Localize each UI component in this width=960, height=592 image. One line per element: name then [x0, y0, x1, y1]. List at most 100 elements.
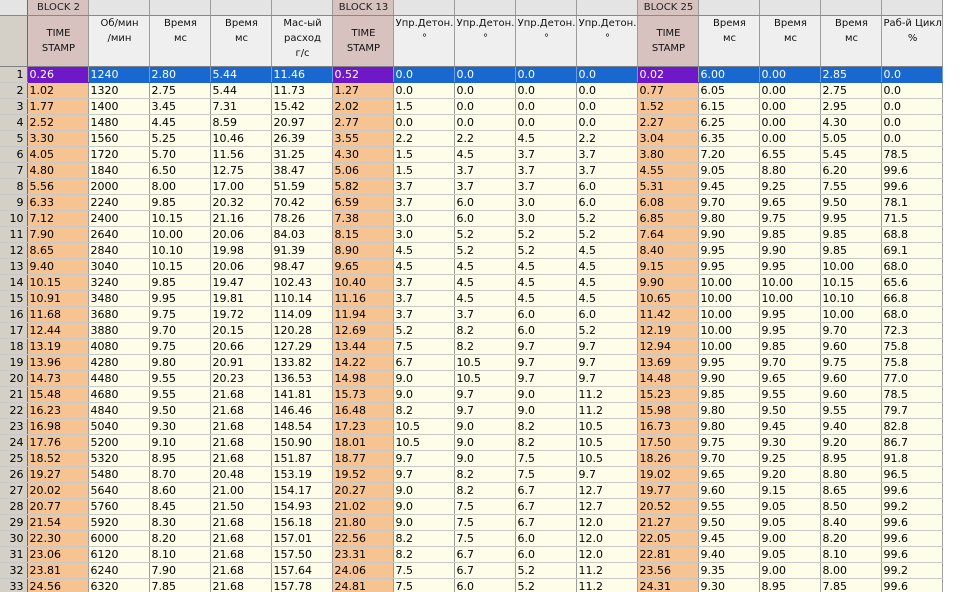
data-cell[interactable]: 20.97 — [271, 114, 333, 131]
data-cell[interactable]: 31.25 — [271, 146, 333, 163]
timestamp-cell[interactable]: 16.23 — [27, 402, 89, 419]
data-cell[interactable]: 9.95 — [698, 354, 760, 371]
data-cell[interactable]: 99.6 — [881, 546, 943, 563]
data-cell[interactable]: 7.5 — [454, 530, 516, 547]
data-cell[interactable]: 9.95 — [698, 242, 760, 259]
data-cell[interactable]: 150.90 — [271, 434, 333, 451]
timestamp-cell[interactable]: 23.06 — [27, 546, 89, 563]
data-cell[interactable]: 9.7 — [576, 354, 638, 371]
data-cell[interactable]: 5.25 — [149, 130, 211, 147]
data-cell[interactable]: 141.81 — [271, 386, 333, 403]
data-cell[interactable]: 69.1 — [881, 242, 943, 259]
table-row[interactable]: 5 3.30 1560 5.25 10.46 26.39 3.55 2.2 2.2 4.5 2.2 3… — [0, 130, 943, 147]
timestamp-cell[interactable]: 11.42 — [637, 306, 699, 323]
data-cell[interactable]: 99.6 — [881, 482, 943, 499]
data-cell[interactable]: 8.00 — [149, 178, 211, 195]
timestamp-cell[interactable]: 0.77 — [637, 82, 699, 99]
data-cell[interactable]: 8.80 — [820, 466, 882, 483]
timestamp-cell[interactable]: 22.30 — [27, 530, 89, 547]
timestamp-cell[interactable]: 7.12 — [27, 210, 89, 227]
data-cell[interactable]: 10.00 — [820, 306, 882, 323]
data-cell[interactable]: 5.44 — [210, 82, 272, 99]
data-cell[interactable]: 9.75 — [698, 434, 760, 451]
data-cell[interactable]: 21.68 — [210, 530, 272, 547]
timestamp-cell[interactable]: 23.56 — [637, 562, 699, 579]
timestamp-cell[interactable]: 12.19 — [637, 322, 699, 339]
data-cell[interactable]: 3040 — [88, 258, 150, 275]
timestamp-cell[interactable]: 8.90 — [332, 242, 394, 259]
row-number[interactable]: 18 — [0, 338, 28, 355]
data-cell[interactable]: 5320 — [88, 450, 150, 467]
row-number[interactable]: 3 — [0, 98, 28, 115]
data-cell[interactable]: 8.2 — [393, 546, 455, 563]
data-cell[interactable]: 6.7 — [515, 498, 577, 515]
data-cell[interactable]: 9.7 — [393, 466, 455, 483]
data-cell[interactable]: 21.68 — [210, 562, 272, 579]
data-cell[interactable]: 9.05 — [759, 498, 821, 515]
data-cell[interactable]: 10.46 — [210, 130, 272, 147]
data-cell[interactable]: 7.5 — [393, 562, 455, 579]
timestamp-cell[interactable]: 16.73 — [637, 418, 699, 435]
data-cell[interactable]: 8.2 — [393, 530, 455, 547]
data-cell[interactable]: 10.00 — [149, 226, 211, 243]
data-cell[interactable]: 8.10 — [149, 546, 211, 563]
data-cell[interactable]: 5.2 — [515, 226, 577, 243]
data-cell[interactable]: 9.60 — [698, 482, 760, 499]
data-cell[interactable]: 9.55 — [759, 386, 821, 403]
data-cell[interactable]: 9.45 — [698, 530, 760, 547]
table-row[interactable]: 3 1.77 1400 3.45 7.31 15.42 2.02 1.5 0.0 0.0 0.0 1.… — [0, 98, 943, 115]
data-cell[interactable]: 5.2 — [576, 210, 638, 227]
data-cell[interactable]: 8.95 — [820, 450, 882, 467]
data-cell[interactable]: 7.5 — [393, 338, 455, 355]
timestamp-cell[interactable]: 7.90 — [27, 226, 89, 243]
data-cell[interactable]: 6.0 — [515, 306, 577, 323]
data-cell[interactable]: 3.7 — [393, 274, 455, 291]
data-cell[interactable]: 8.59 — [210, 114, 272, 131]
data-cell[interactable]: 5.2 — [576, 226, 638, 243]
data-cell[interactable]: 6320 — [88, 578, 150, 592]
data-cell[interactable]: 96.5 — [881, 466, 943, 483]
data-cell[interactable]: 8.40 — [820, 514, 882, 531]
timestamp-cell[interactable]: 0.02 — [637, 66, 699, 83]
data-cell[interactable]: 9.85 — [149, 194, 211, 211]
data-cell[interactable]: 38.47 — [271, 162, 333, 179]
data-cell[interactable]: 5.2 — [515, 562, 577, 579]
row-number[interactable]: 22 — [0, 402, 28, 419]
data-cell[interactable]: 68.0 — [881, 258, 943, 275]
data-cell[interactable]: 4.5 — [454, 258, 516, 275]
timestamp-cell[interactable]: 11.94 — [332, 306, 394, 323]
data-cell[interactable]: 127.29 — [271, 338, 333, 355]
data-cell[interactable]: 6.0 — [576, 194, 638, 211]
column-header[interactable]: Упр.Детон. ° — [515, 15, 577, 67]
data-cell[interactable]: 9.85 — [759, 226, 821, 243]
data-cell[interactable]: 9.30 — [149, 418, 211, 435]
data-cell[interactable]: 2.2 — [454, 130, 516, 147]
data-cell[interactable]: 9.85 — [820, 242, 882, 259]
data-cell[interactable]: 2240 — [88, 194, 150, 211]
data-cell[interactable]: 0.0 — [515, 114, 577, 131]
data-cell[interactable]: 10.00 — [698, 290, 760, 307]
data-cell[interactable]: 3.45 — [149, 98, 211, 115]
row-number[interactable]: 23 — [0, 418, 28, 435]
data-cell[interactable]: 1720 — [88, 146, 150, 163]
data-cell[interactable]: 9.90 — [759, 242, 821, 259]
table-row[interactable]: 6 4.05 1720 5.70 11.56 31.25 4.30 1.5 4.5 3.7 3.7 3… — [0, 146, 943, 163]
row-number[interactable]: 20 — [0, 370, 28, 387]
data-cell[interactable]: 5920 — [88, 514, 150, 531]
data-cell[interactable]: 9.05 — [698, 162, 760, 179]
table-row[interactable]: 2 1.02 1320 2.75 5.44 11.73 1.27 0.0 0.0 0.0 0.0 0.… — [0, 82, 943, 99]
table-row[interactable]: 7 4.80 1840 6.50 12.75 38.47 5.06 1.5 3.7 3.7 3.7 4… — [0, 162, 943, 179]
data-cell[interactable]: 9.20 — [759, 466, 821, 483]
data-cell[interactable]: 86.7 — [881, 434, 943, 451]
data-cell[interactable]: 3.7 — [393, 194, 455, 211]
data-cell[interactable]: 6.7 — [515, 482, 577, 499]
data-cell[interactable]: 20.66 — [210, 338, 272, 355]
data-cell[interactable]: 3.7 — [454, 306, 516, 323]
data-cell[interactable]: 9.85 — [149, 274, 211, 291]
data-cell[interactable]: 7.5 — [515, 450, 577, 467]
data-cell[interactable]: 5040 — [88, 418, 150, 435]
data-cell[interactable]: 157.64 — [271, 562, 333, 579]
data-cell[interactable]: 0.0 — [881, 130, 943, 147]
data-cell[interactable]: 21.68 — [210, 514, 272, 531]
data-cell[interactable]: 6.0 — [454, 578, 516, 592]
